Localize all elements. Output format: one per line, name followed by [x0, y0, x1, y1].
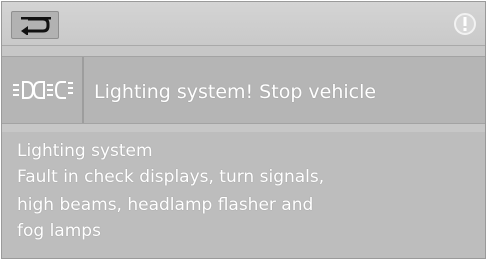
message-symbol — [2, 57, 84, 123]
check-control-screen: Lighting system! Stop vehicle Lighting s… — [1, 1, 486, 259]
message-detail: Lighting system Fault in check displays,… — [2, 132, 485, 258]
detail-line: Lighting system — [17, 141, 153, 161]
back-button[interactable] — [11, 11, 59, 39]
info-button[interactable] — [453, 12, 477, 36]
top-bar — [2, 2, 485, 46]
back-arrow-icon — [21, 17, 51, 35]
info-icon — [454, 13, 476, 35]
detail-line: Fault in check displays, turn signals, — [17, 167, 325, 187]
message-row[interactable]: Lighting system! Stop vehicle — [2, 56, 485, 124]
detail-line: high beams, headlamp flasher and — [17, 195, 314, 215]
message-title: Lighting system! Stop vehicle — [94, 81, 377, 103]
lighting-fault-lamps-icon — [13, 81, 73, 99]
detail-line: fog lamps — [17, 221, 101, 241]
